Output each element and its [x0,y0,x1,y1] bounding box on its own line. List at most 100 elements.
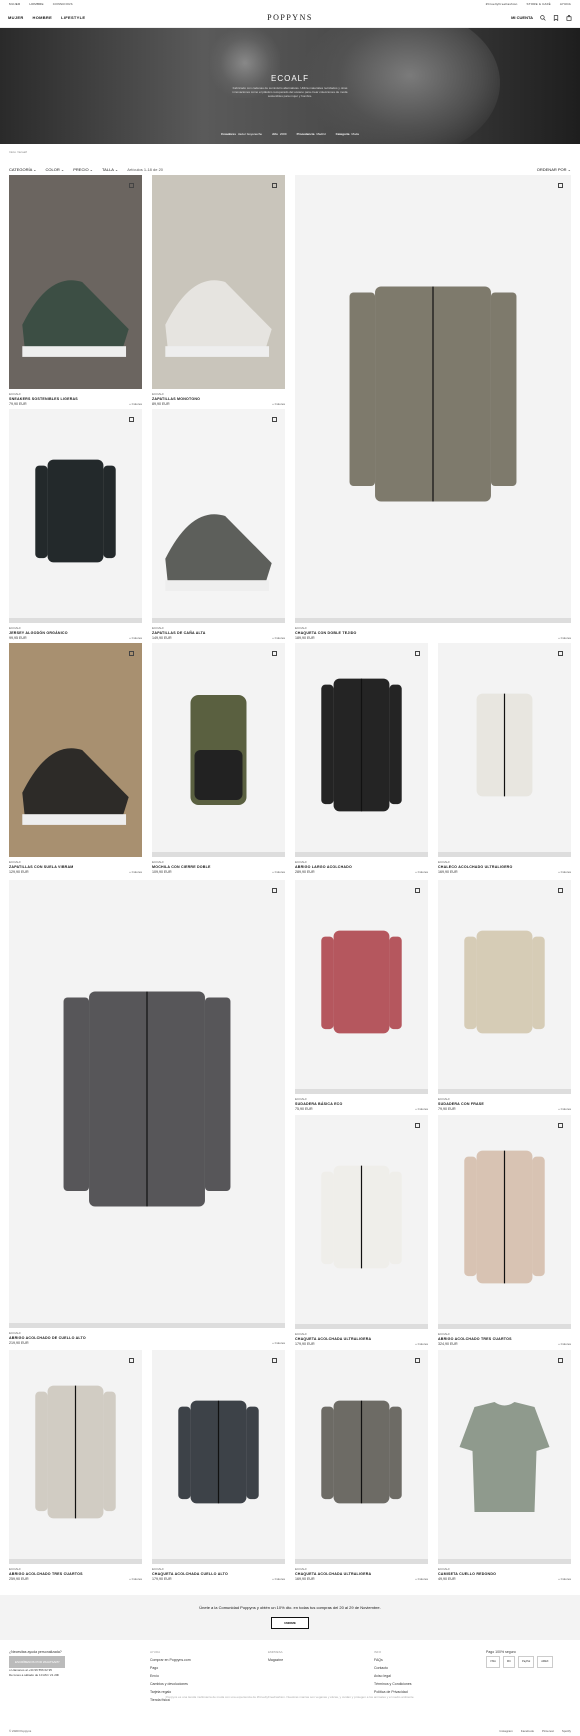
product-image[interactable] [438,1115,571,1329]
wishlist-icon[interactable] [129,417,134,422]
footer-link[interactable]: Contacto [374,1664,412,1672]
product-card[interactable]: ECOALF CHAQUETA ACOLCHADA ULTRALIGERA 179,… [295,1115,428,1357]
product-image[interactable] [295,643,428,857]
wishlist-icon[interactable] [558,1123,563,1128]
product-image[interactable] [9,175,142,389]
wishlist-icon[interactable] [415,1358,420,1363]
product-image[interactable] [152,175,285,389]
product-card[interactable]: ECOALF ABRIGO LARGO ACOLCHADO 289,90 EUR + … [295,643,428,885]
topbar-link-hombre[interactable]: HOMBRE [29,2,43,6]
wishlist-icon[interactable] [129,1358,134,1363]
product-image[interactable] [152,1350,285,1564]
footer-link[interactable]: Cambios y devoluciones [150,1680,191,1688]
spotify-link[interactable]: Spotify [562,1729,571,1733]
product-image[interactable] [438,880,571,1094]
breadcrumb[interactable]: Inicio / Ecoalf [0,144,580,164]
more-colors-link[interactable]: + Colores [558,1107,571,1112]
product-card[interactable]: ECOALF SUDADERA BÁSICA ECO 75,90 EUR + Colo… [295,880,428,1122]
topbar-link-crueltyfree[interactable]: #CrueltyFreeFashion [486,2,518,6]
more-colors-link[interactable]: + Colores [272,1341,285,1346]
product-card[interactable]: ECOALF SNEAKERS SOSTENIBLES LIGERAS 79,90 … [9,175,142,417]
filter-price[interactable]: PRECIO ⌄ [73,167,93,172]
wishlist-icon[interactable] [272,651,277,656]
wishlist-icon[interactable] [415,888,420,893]
more-colors-link[interactable]: + Colores [415,870,428,875]
cart-icon[interactable] [566,14,572,21]
more-colors-link[interactable]: + Colores [272,402,285,407]
wishlist-icon[interactable] [558,651,563,656]
product-card[interactable]: ECOALF MOCHILA CON CIERRE DOBLE 109,90 EUR… [152,643,285,885]
product-image[interactable] [9,409,142,623]
more-colors-link[interactable]: + Colores [272,636,285,641]
sort-dropdown[interactable]: ORDENAR POR ⌄ [537,167,571,172]
product-card[interactable]: ECOALF JERSEY ALGODÓN ORGÁNICO 99,95 EUR + … [9,409,142,651]
footer-link[interactable]: Aviso legal [374,1672,412,1680]
product-card[interactable]: ECOALF ZAPATILLAS MONOTONO 89,90 EUR + Colo… [152,175,285,417]
whatsapp-button[interactable]: ESCRÍBENOS POR WHATSAPP [9,1656,66,1668]
product-image[interactable] [295,880,428,1094]
facebook-link[interactable]: Facebook [521,1729,534,1733]
product-card[interactable]: ECOALF CAMISETA CUELLO REDONDO 49,90 EUR + … [438,1350,571,1592]
wishlist-icon[interactable] [129,651,134,656]
wishlist-icon[interactable] [272,1358,277,1363]
wishlist-icon[interactable] [415,1123,420,1128]
search-icon[interactable] [540,14,546,21]
more-colors-link[interactable]: + Colores [558,1342,571,1347]
product-image[interactable] [295,1115,428,1329]
wishlist-icon[interactable] [558,1358,563,1363]
footer-link[interactable]: Magazine [268,1656,283,1664]
product-card[interactable]: ECOALF ABRIGO ACOLCHADO DE CUELLO ALTO 219… [9,880,285,1356]
nav-lifestyle[interactable]: LIFESTYLE [61,15,85,20]
wishlist-icon[interactable] [272,417,277,422]
product-card[interactable]: ECOALF CHAQUETA ACOLCHADA ULTRALIGERA 169,… [295,1350,428,1592]
more-colors-link[interactable]: + Colores [558,870,571,875]
pinterest-link[interactable]: Pinterest [542,1729,554,1733]
filter-size[interactable]: TALLA ⌄ [102,167,118,172]
product-image[interactable] [152,409,285,623]
product-card[interactable]: ECOALF SUDADERA CON FRASE 79,90 EUR + Color… [438,880,571,1122]
footer-link[interactable]: Envío [150,1672,191,1680]
filter-color[interactable]: COLOR ⌄ [46,167,65,172]
more-colors-link[interactable]: + Colores [558,1577,571,1582]
wishlist-icon[interactable] [553,14,559,21]
product-image[interactable] [295,1350,428,1564]
product-card[interactable]: ECOALF CHAQUETA ACOLCHADA CUELLO ALTO 179,… [152,1350,285,1592]
more-colors-link[interactable]: + Colores [129,636,142,641]
product-image[interactable] [9,1350,142,1564]
account-link[interactable]: MI CUENTA [511,15,533,20]
instagram-link[interactable]: Instagram [499,1729,512,1733]
product-image[interactable] [295,175,571,623]
product-card[interactable]: ECOALF ZAPATILLAS DE CAÑA ALTA 149,90 EUR +… [152,409,285,651]
product-card[interactable]: ECOALF CHAQUETA CON DOBLE TEJIDO 189,90 EU… [295,175,571,651]
footer-link[interactable]: Comprar en Poppyns.com [150,1656,191,1664]
wishlist-icon[interactable] [558,888,563,893]
product-card[interactable]: ECOALF ZAPATILLAS CON SUELA VIBRAM 129,90 … [9,643,142,885]
more-colors-link[interactable]: + Colores [558,636,571,641]
product-image[interactable] [9,643,142,857]
product-card[interactable]: ECOALF CHALECO ACOLCHADO ULTRALIGERO 169,9… [438,643,571,885]
footer-link[interactable]: FAQs [374,1656,412,1664]
more-colors-link[interactable]: + Colores [129,1577,142,1582]
topbar-link-help[interactable]: AYUDA [560,2,571,6]
product-card[interactable]: ECOALF ABRIGO ACOLCHADO TRES CUARTOS 324,9… [438,1115,571,1357]
product-image[interactable] [438,1350,571,1564]
more-colors-link[interactable]: + Colores [272,1577,285,1582]
topbar-link-mujer[interactable]: MUJER [9,2,20,6]
more-colors-link[interactable]: + Colores [415,1577,428,1582]
topbar-link-conscious[interactable]: CONSCIOUS [53,2,73,6]
product-image[interactable] [152,643,285,857]
nav-hombre[interactable]: HOMBRE [33,15,53,20]
more-colors-link[interactable]: + Colores [129,402,142,407]
site-logo[interactable]: POPPYNS [267,13,313,22]
wishlist-icon[interactable] [272,888,277,893]
footer-link[interactable]: Pago [150,1664,191,1672]
footer-link[interactable]: Términos y Condiciones [374,1680,412,1688]
product-image[interactable] [438,643,571,857]
wishlist-icon[interactable] [129,183,134,188]
topbar-link-store[interactable]: STORE & CAFÉ [527,2,551,6]
newsletter-join-button[interactable]: UNIRME [271,1617,309,1629]
more-colors-link[interactable]: + Colores [415,1342,428,1347]
nav-mujer[interactable]: MUJER [8,15,24,20]
filter-category[interactable]: CATEGORÍA ⌄ [9,167,37,172]
wishlist-icon[interactable] [558,183,563,188]
